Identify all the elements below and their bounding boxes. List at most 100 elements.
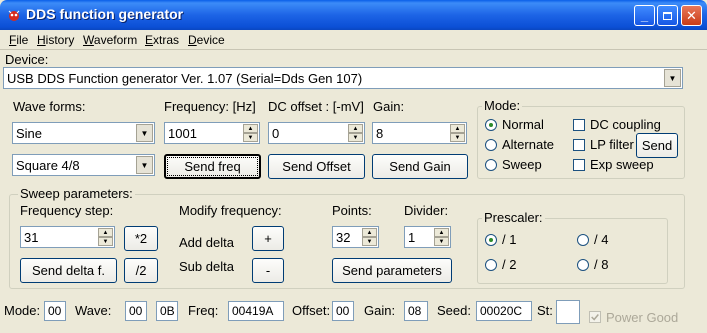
waveform-primary-value: Sine <box>16 126 43 141</box>
menu-waveform-mnemonic: W <box>83 33 94 47</box>
menu-extras-mnemonic: E <box>145 33 154 47</box>
send-offset-button[interactable]: Send Offset <box>268 154 365 179</box>
waveform-primary-select[interactable]: Sine ▼ <box>12 122 155 144</box>
spin-down-icon[interactable]: ▼ <box>362 237 377 246</box>
minimize-icon: _ <box>640 8 649 23</box>
prescaler-group <box>477 218 668 284</box>
spin-up-icon[interactable]: ▲ <box>98 228 113 237</box>
status-seed-field: 00020C <box>476 301 532 321</box>
status-wave-field-1: 00 <box>125 301 147 321</box>
divider-stepper[interactable]: 1 ▲ ▼ <box>404 226 451 248</box>
spin-down-icon[interactable]: ▼ <box>98 237 113 246</box>
send-freq-button[interactable]: Send freq <box>164 154 261 179</box>
mode-sweep-radio[interactable] <box>485 159 497 171</box>
maximize-icon <box>663 11 672 20</box>
close-icon: ✕ <box>686 7 697 23</box>
menu-extras[interactable]: Extras <box>145 33 179 47</box>
status-mode-field: 00 <box>44 301 66 321</box>
times-two-button[interactable]: *2 <box>124 226 158 251</box>
menu-extras-label: xtras <box>153 33 180 47</box>
prescaler-1-radio[interactable] <box>485 234 497 246</box>
spin-up-icon[interactable]: ▲ <box>450 124 465 133</box>
prescaler-4-radio[interactable] <box>577 234 589 246</box>
close-button[interactable]: ✕ <box>681 5 702 26</box>
app-bug-icon <box>8 10 20 21</box>
frequency-step-stepper[interactable]: 31 ▲ ▼ <box>20 226 115 248</box>
prescaler-2-radio[interactable] <box>485 259 497 271</box>
chevron-down-icon[interactable]: ▼ <box>664 69 681 87</box>
status-st-field <box>556 300 580 324</box>
menu-device[interactable]: Device <box>188 33 225 47</box>
mode-send-button[interactable]: Send <box>636 133 678 158</box>
add-delta-label: Add delta <box>179 235 234 250</box>
status-wave-field-2: 0B <box>156 301 178 321</box>
frequency-step-label: Frequency step: <box>20 203 114 218</box>
send-delta-button[interactable]: Send delta f. <box>20 258 117 283</box>
sub-delta-button[interactable]: - <box>252 258 284 283</box>
gain-label: Gain: <box>373 99 405 114</box>
status-offset-field: 00 <box>332 301 354 321</box>
waveform-secondary-value: Square 4/8 <box>16 158 80 173</box>
power-good-label: Power Good <box>606 310 679 325</box>
dc-offset-stepper[interactable]: 0 ▲ ▼ <box>268 122 365 144</box>
prescaler-8-label: / 8 <box>594 257 609 272</box>
menu-file-label: ile <box>16 33 29 47</box>
menu-waveform[interactable]: Waveform <box>83 33 137 47</box>
divide-two-button[interactable]: /2 <box>124 258 158 283</box>
waveform-secondary-select[interactable]: Square 4/8 ▼ <box>12 154 155 176</box>
prescaler-8-radio[interactable] <box>577 259 589 271</box>
lp-filter-label: LP filter <box>590 137 634 152</box>
frequency-label: Frequency: [Hz] <box>164 99 256 114</box>
status-freq-field: 00419A <box>228 301 284 321</box>
menu-history[interactable]: History <box>37 33 74 47</box>
dc-offset-value: 0 <box>272 126 280 141</box>
status-gain-label: Gain: <box>364 303 396 318</box>
mode-normal-radio[interactable] <box>485 119 497 131</box>
add-delta-button[interactable]: + <box>252 226 284 251</box>
minimize-button[interactable]: _ <box>634 5 655 26</box>
send-gain-button[interactable]: Send Gain <box>372 154 468 179</box>
sweep-parameters-title: Sweep parameters: <box>18 186 135 201</box>
spin-down-icon[interactable]: ▼ <box>450 133 465 142</box>
status-mode-label: Mode: <box>4 303 41 318</box>
spin-up-icon[interactable]: ▲ <box>243 124 258 133</box>
chevron-down-icon[interactable]: ▼ <box>136 124 153 142</box>
frequency-stepper[interactable]: 1001 ▲ ▼ <box>164 122 260 144</box>
sub-delta-label: Sub delta <box>179 259 234 274</box>
device-select-value: USB DDS Function generator Ver. 1.07 (Se… <box>7 71 363 86</box>
send-parameters-button[interactable]: Send parameters <box>332 258 452 283</box>
divider-value: 1 <box>408 230 416 245</box>
mode-group-title: Mode: <box>482 98 523 113</box>
menu-file[interactable]: File <box>9 33 28 47</box>
exp-sweep-checkbox[interactable] <box>573 159 585 171</box>
prescaler-title: Prescaler: <box>482 210 545 225</box>
waveforms-label: Wave forms: <box>13 99 86 114</box>
points-stepper[interactable]: 32 ▲ ▼ <box>332 226 379 248</box>
prescaler-4-label: / 4 <box>594 232 609 247</box>
maximize-button[interactable] <box>657 5 678 26</box>
prescaler-1-label: / 1 <box>502 232 517 247</box>
menu-history-label: istory <box>45 33 75 47</box>
mode-normal-label: Normal <box>502 117 544 132</box>
mode-alternate-radio[interactable] <box>485 139 497 151</box>
status-freq-label: Freq: <box>188 303 219 318</box>
chevron-down-icon[interactable]: ▼ <box>136 156 153 174</box>
spin-down-icon[interactable]: ▼ <box>243 133 258 142</box>
spin-down-icon[interactable]: ▼ <box>434 237 449 246</box>
gain-stepper[interactable]: 8 ▲ ▼ <box>372 122 467 144</box>
spin-down-icon[interactable]: ▼ <box>348 133 363 142</box>
device-select[interactable]: USB DDS Function generator Ver. 1.07 (Se… <box>3 67 683 89</box>
points-label: Points: <box>332 203 372 218</box>
status-wave-label: Wave: <box>75 303 112 318</box>
dc-coupling-checkbox[interactable] <box>573 119 585 131</box>
modify-frequency-label: Modify frequency: <box>179 203 282 218</box>
power-good-checkbox <box>589 311 601 323</box>
menu-device-mnemonic: D <box>188 33 197 47</box>
exp-sweep-label: Exp sweep <box>590 157 654 172</box>
lp-filter-checkbox[interactable] <box>573 139 585 151</box>
spin-up-icon[interactable]: ▲ <box>348 124 363 133</box>
spin-up-icon[interactable]: ▲ <box>362 228 377 237</box>
frequency-step-value: 31 <box>24 230 39 245</box>
spin-up-icon[interactable]: ▲ <box>434 228 449 237</box>
menu-device-label: evice <box>196 33 225 47</box>
